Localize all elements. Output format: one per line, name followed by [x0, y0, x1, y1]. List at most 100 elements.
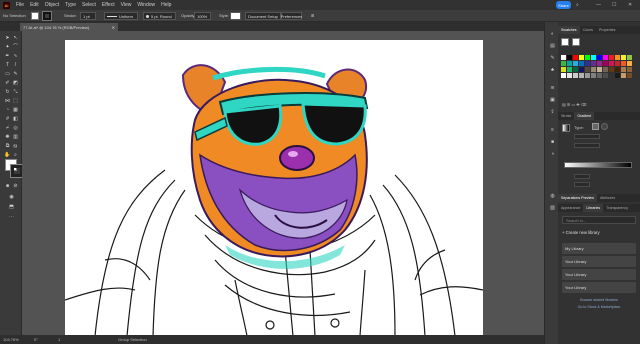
- draw-mode-icon[interactable]: ◉: [8, 193, 15, 200]
- color-swatch[interactable]: [591, 67, 596, 72]
- color-swatch[interactable]: [609, 67, 614, 72]
- color-swatch[interactable]: [615, 73, 620, 78]
- brushes-icon[interactable]: ✎: [549, 54, 556, 61]
- tab-separations-preview[interactable]: Separations Preview: [558, 194, 597, 202]
- menu-file[interactable]: File: [16, 2, 24, 8]
- close-tab-icon[interactable]: ✕: [112, 25, 115, 30]
- library-search-input[interactable]: Search in...: [562, 216, 636, 224]
- color-swatch[interactable]: [579, 61, 584, 66]
- gradient-preview[interactable]: [562, 124, 570, 132]
- shape-builder-icon[interactable]: ◔: [4, 106, 11, 113]
- menu-view[interactable]: View: [121, 2, 132, 8]
- library-item[interactable]: Your Library: [562, 269, 636, 280]
- graphic-styles-icon[interactable]: ▨: [549, 204, 556, 211]
- tab-swatches[interactable]: Swatches: [558, 26, 580, 34]
- tab-colors[interactable]: Colors: [580, 28, 596, 32]
- create-library-button[interactable]: + Create new library: [562, 230, 600, 235]
- color-swatch[interactable]: [585, 61, 590, 66]
- color-swatch[interactable]: [585, 73, 590, 78]
- transparency-icon[interactable]: ◑: [549, 150, 556, 157]
- width-tool-icon[interactable]: ⋈: [4, 97, 11, 104]
- mesh-tool-icon[interactable]: #: [4, 115, 11, 122]
- color-swatch[interactable]: [561, 73, 566, 78]
- tab-libraries[interactable]: Libraries: [583, 204, 604, 212]
- library-item[interactable]: My Library: [562, 243, 636, 254]
- color-swatch[interactable]: [597, 55, 602, 60]
- gradient-angle-input[interactable]: [574, 134, 600, 139]
- document-tab[interactable]: 77.AI.ai* @ 104.76 % (RGB/Preview) ✕: [20, 23, 118, 31]
- menu-edit[interactable]: Edit: [30, 2, 39, 8]
- color-swatch[interactable]: [627, 73, 632, 78]
- color-swatch[interactable]: [621, 67, 626, 72]
- color-mode-icon[interactable]: ■: [4, 182, 11, 189]
- appearance-icon[interactable]: ◍: [549, 192, 556, 199]
- color-swatch[interactable]: [609, 61, 614, 66]
- type-tool-icon[interactable]: T: [4, 61, 11, 68]
- artboards-icon[interactable]: ▣: [549, 96, 556, 103]
- color-swatch[interactable]: [573, 67, 578, 72]
- menu-select[interactable]: Select: [82, 2, 96, 8]
- gradient-location-input[interactable]: [574, 182, 590, 187]
- symbol-sprayer-icon[interactable]: ✺: [4, 133, 11, 140]
- zoom-level[interactable]: 104.76%: [3, 337, 19, 342]
- color-swatch[interactable]: [621, 55, 626, 60]
- color-swatch[interactable]: [621, 61, 626, 66]
- asset-export-icon[interactable]: ⇪: [549, 108, 556, 115]
- browse-shared-libraries-link[interactable]: Browse shared libraries: [558, 298, 640, 302]
- menu-help[interactable]: Help: [161, 2, 171, 8]
- tab-properties[interactable]: Properties: [596, 28, 618, 32]
- color-panel-icon[interactable]: ◐: [549, 30, 556, 37]
- tab-transparency[interactable]: Transparency: [603, 206, 631, 210]
- color-swatch[interactable]: [579, 73, 584, 78]
- library-item[interactable]: Your Library: [562, 282, 636, 293]
- tab-gradient[interactable]: Gradient: [574, 112, 595, 120]
- blend-tool-icon[interactable]: ◎: [12, 124, 19, 131]
- color-swatch[interactable]: [585, 67, 590, 72]
- zoom-tool-icon[interactable]: ⌕: [12, 151, 19, 158]
- tab-appearance[interactable]: Appearance: [558, 206, 583, 210]
- eraser-icon[interactable]: ◩: [12, 79, 19, 86]
- menu-window[interactable]: Window: [137, 2, 155, 8]
- line-tool-icon[interactable]: /: [12, 61, 19, 68]
- close-icon[interactable]: ✕: [628, 2, 632, 8]
- gradient-slider[interactable]: [564, 162, 632, 168]
- color-swatch[interactable]: [609, 73, 614, 78]
- arrange-icon[interactable]: ⊞: [311, 13, 314, 18]
- radial-gradient-button[interactable]: [601, 123, 608, 130]
- magic-wand-icon[interactable]: ✦: [4, 43, 11, 50]
- color-swatch[interactable]: [615, 67, 620, 72]
- color-swatch[interactable]: [603, 61, 608, 66]
- stroke-weight-input[interactable]: 1 pt: [80, 12, 96, 20]
- scale-tool-icon[interactable]: ⤡: [12, 88, 19, 95]
- brush-select[interactable]: 5 pt. Round: [143, 12, 176, 20]
- swatch-grid[interactable]: [561, 55, 637, 99]
- color-swatch[interactable]: [603, 67, 608, 72]
- fill-swatch[interactable]: [31, 12, 39, 20]
- stroke-panel-icon[interactable]: ≡: [549, 126, 556, 133]
- color-swatch[interactable]: [579, 55, 584, 60]
- color-swatch[interactable]: [561, 55, 566, 60]
- free-transform-icon[interactable]: ⬚: [12, 97, 19, 104]
- color-swatch[interactable]: [615, 61, 620, 66]
- color-swatch[interactable]: [627, 55, 632, 60]
- graph-tool-icon[interactable]: ▥: [12, 133, 19, 140]
- symbols-icon[interactable]: ♣: [549, 66, 556, 73]
- pen-tool-icon[interactable]: ✒: [4, 52, 11, 59]
- color-swatch[interactable]: [627, 61, 632, 66]
- linear-gradient-button[interactable]: [592, 123, 599, 130]
- color-swatch[interactable]: [561, 67, 566, 72]
- selection-tool-icon[interactable]: ➤: [4, 34, 11, 41]
- rectangle-tool-icon[interactable]: ▭: [4, 70, 11, 77]
- color-swatch[interactable]: [585, 55, 590, 60]
- document-setup-button[interactable]: Document Setup: [245, 12, 281, 20]
- share-button[interactable]: Share: [556, 1, 571, 9]
- swatch-stroke-preview[interactable]: [572, 38, 580, 46]
- menu-object[interactable]: Object: [45, 2, 59, 8]
- color-swatch[interactable]: [567, 55, 572, 60]
- color-swatch[interactable]: [579, 67, 584, 72]
- artboard-number[interactable]: 1: [58, 337, 60, 342]
- color-swatch[interactable]: [561, 61, 566, 66]
- color-swatch[interactable]: [597, 67, 602, 72]
- swatch-library-icon[interactable]: ▤ ⊞ ▭ ✚ ⌫: [562, 102, 586, 107]
- screen-mode-icon[interactable]: ⬒: [8, 203, 15, 210]
